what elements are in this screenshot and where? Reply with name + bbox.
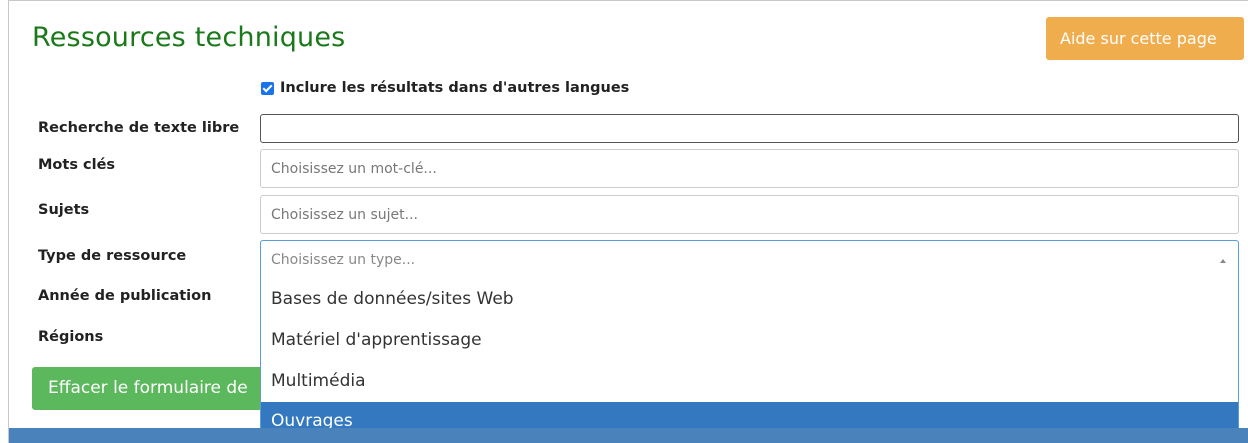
resource-type-select[interactable]: Choisissez un type... [260, 240, 1239, 279]
keywords-label: Mots clés [38, 157, 116, 173]
subjects-label: Sujets [38, 202, 90, 218]
clear-form-button[interactable]: Effacer le formulaire de [32, 367, 272, 410]
resource-type-label: Type de ressource [38, 248, 187, 264]
panel-top-border [8, 0, 1248, 1]
option-multimedia[interactable]: Multimédia [261, 361, 1238, 400]
caret-up-icon [1220, 259, 1226, 263]
help-button[interactable]: Aide sur cette page [1046, 17, 1244, 60]
free-text-input[interactable] [260, 114, 1239, 143]
publication-year-label: Année de publication [38, 288, 212, 304]
include-other-languages-label: Inclure les résultats dans d'autres lang… [280, 80, 630, 96]
resource-type-placeholder: Choisissez un type... [271, 252, 416, 268]
panel-left-border [8, 0, 9, 443]
subjects-placeholder: Choisissez un sujet... [271, 206, 418, 223]
free-text-label: Recherche de texte libre [38, 120, 240, 136]
resource-type-dropdown: Bases de données/sites Web Matériel d'ap… [260, 279, 1239, 431]
include-other-languages-checkbox[interactable] [261, 81, 274, 95]
page-title: Ressources techniques [32, 22, 346, 53]
subjects-select[interactable]: Choisissez un sujet... [260, 195, 1239, 234]
regions-label: Régions [38, 329, 104, 345]
option-learning-material[interactable]: Matériel d'apprentissage [261, 320, 1238, 359]
keywords-select[interactable]: Choisissez un mot-clé... [260, 149, 1239, 188]
option-databases[interactable]: Bases de données/sites Web [261, 279, 1238, 318]
keywords-placeholder: Choisissez un mot-clé... [271, 160, 437, 177]
include-other-languages-option[interactable]: Inclure les résultats dans d'autres lang… [261, 80, 629, 96]
option-books[interactable]: Ouvrages [261, 402, 1238, 431]
footer-bar [9, 428, 1248, 443]
